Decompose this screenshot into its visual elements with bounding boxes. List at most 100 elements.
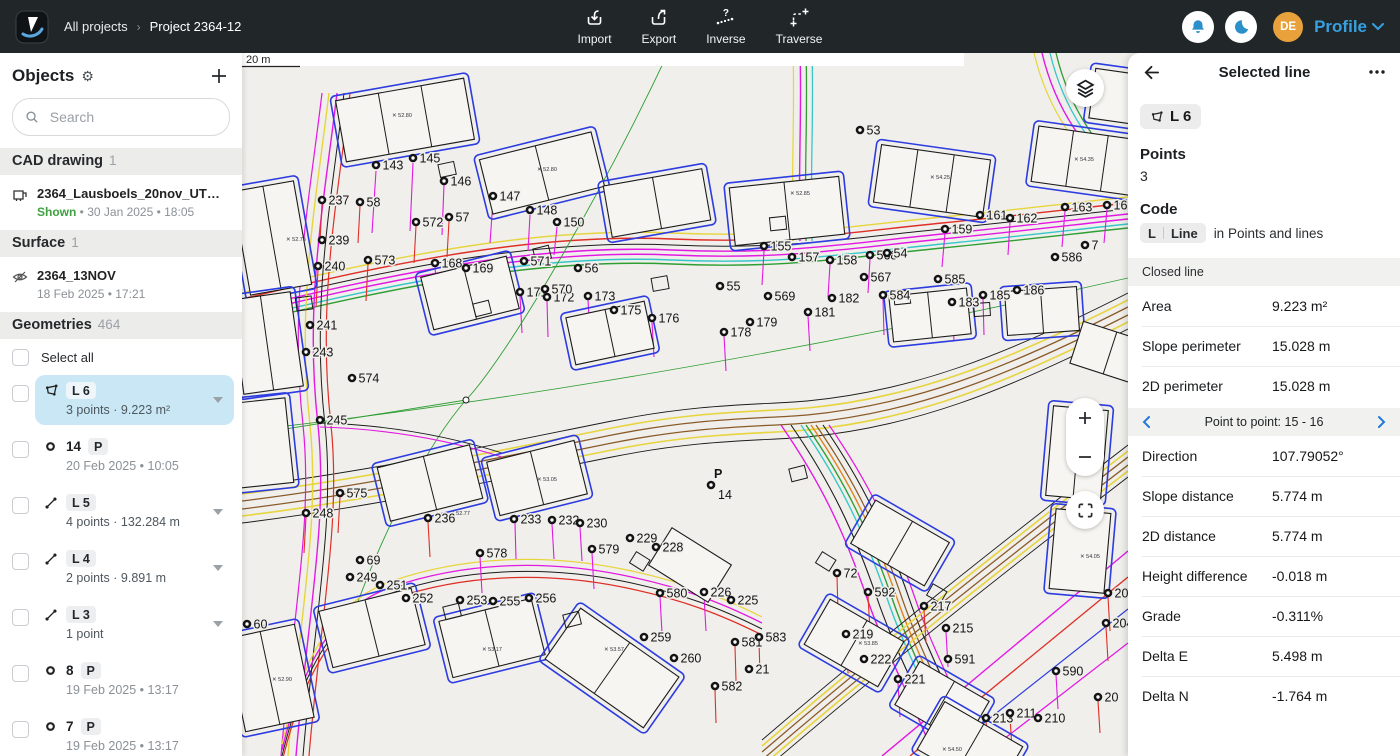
geometry-checkbox[interactable] bbox=[12, 721, 29, 738]
svg-text:161: 161 bbox=[987, 209, 1008, 223]
svg-text:206: 206 bbox=[1115, 587, 1129, 601]
geometry-row-l-5[interactable]: L 54 points · 132.284 m bbox=[0, 484, 242, 540]
geometry-subtitle: 19 Feb 2025 • 13:17 bbox=[44, 683, 225, 697]
section-surface: Surface 1 bbox=[0, 230, 242, 257]
surface-item-meta: 18 Feb 2025 • 17:21 bbox=[37, 287, 145, 301]
row-label: Area bbox=[1142, 298, 1272, 314]
svg-text:574: 574 bbox=[359, 372, 380, 386]
geometry-row-7-p[interactable]: 7P19 Feb 2025 • 13:17 bbox=[0, 708, 242, 756]
geometry-list: L 63 points · 9.223 m² 14P20 Feb 2025 • 1… bbox=[0, 372, 242, 756]
svg-text:186: 186 bbox=[1024, 284, 1045, 298]
map-area: ✕ 52.80✕ 52.80✕ 52.85✕ 54.25✕ 54.35✕ 52.… bbox=[242, 53, 1158, 756]
geometry-item[interactable]: 7P19 Feb 2025 • 13:17 bbox=[35, 711, 234, 756]
geometry-row-14-p[interactable]: 14P20 Feb 2025 • 10:05 bbox=[0, 428, 242, 484]
sidebar-title: Objects bbox=[12, 66, 74, 86]
svg-text:579: 579 bbox=[599, 543, 620, 557]
svg-text:150: 150 bbox=[564, 216, 585, 230]
chevron-down-icon[interactable] bbox=[213, 621, 223, 627]
svg-text:157: 157 bbox=[799, 251, 820, 265]
geometry-row-l-3[interactable]: L 31 point bbox=[0, 596, 242, 652]
geometry-checkbox[interactable] bbox=[12, 441, 29, 458]
geometry-checkbox[interactable] bbox=[12, 385, 29, 402]
line-icon bbox=[44, 608, 59, 622]
layers-button[interactable] bbox=[1066, 69, 1104, 107]
pager-next-button[interactable] bbox=[1374, 415, 1388, 429]
select-all-checkbox[interactable] bbox=[12, 349, 29, 366]
chevron-down-icon[interactable] bbox=[213, 509, 223, 515]
panel-row-slope-distance: Slope distance5.774 m bbox=[1128, 476, 1400, 516]
geometry-checkbox[interactable] bbox=[12, 497, 29, 514]
export-button[interactable]: Export bbox=[642, 7, 677, 46]
row-value: -1.764 m bbox=[1272, 688, 1386, 704]
avatar[interactable]: DE bbox=[1273, 12, 1303, 42]
svg-text:✕ 54.25: ✕ 54.25 bbox=[930, 175, 950, 181]
fullscreen-icon bbox=[1077, 502, 1094, 519]
inverse-button[interactable]: ? Inverse bbox=[706, 7, 745, 46]
svg-text:567: 567 bbox=[871, 271, 892, 285]
breadcrumb-separator-icon: › bbox=[137, 20, 141, 34]
svg-text:245: 245 bbox=[327, 414, 348, 428]
chevron-down-icon[interactable] bbox=[213, 397, 223, 403]
svg-text:58: 58 bbox=[367, 196, 381, 210]
svg-text:163: 163 bbox=[1072, 201, 1093, 215]
row-label: Delta E bbox=[1142, 648, 1272, 664]
back-button[interactable] bbox=[1142, 63, 1161, 82]
geometry-item[interactable]: 8P19 Feb 2025 • 13:17 bbox=[35, 655, 234, 705]
section-label: CAD drawing bbox=[12, 153, 103, 169]
surface-item[interactable]: 2364_13NOV 18 Feb 2025 • 17:21 bbox=[0, 257, 242, 312]
section-label: Surface bbox=[12, 235, 65, 251]
toolbar-actions: Import Export ? Inverse bbox=[578, 0, 823, 53]
minus-icon bbox=[1077, 449, 1093, 465]
cad-item-meta: Shown • 30 Jan 2025 • 18:05 bbox=[37, 205, 221, 219]
chevron-down-icon[interactable] bbox=[213, 565, 223, 571]
svg-text:225: 225 bbox=[738, 594, 759, 608]
geometry-item[interactable]: L 31 point bbox=[35, 599, 234, 649]
pager-prev-button[interactable] bbox=[1140, 415, 1154, 429]
row-value: -0.018 m bbox=[1272, 568, 1386, 584]
breadcrumb-all-projects[interactable]: All projects bbox=[64, 19, 128, 34]
geometry-item[interactable]: L 54 points · 132.284 m bbox=[35, 487, 234, 537]
cad-drawing-item[interactable]: 2364_Lausboels_20nov_UTM_Re... Shown • 3… bbox=[0, 175, 242, 230]
geometry-checkbox[interactable] bbox=[12, 609, 29, 626]
geometry-chip: L 5 bbox=[66, 494, 96, 511]
svg-text:578: 578 bbox=[487, 547, 508, 561]
surface-item-title: 2364_13NOV bbox=[37, 268, 145, 283]
zoom-out-button[interactable] bbox=[1066, 438, 1104, 476]
cad-item-title: 2364_Lausboels_20nov_UTM_Re... bbox=[37, 186, 221, 201]
notifications-button[interactable] bbox=[1182, 11, 1214, 43]
geometry-id: 8 bbox=[66, 663, 74, 678]
row-label: Direction bbox=[1142, 448, 1272, 464]
row-label: Slope perimeter bbox=[1142, 338, 1272, 354]
panel-row-direction: Direction107.79052° bbox=[1128, 436, 1400, 476]
dark-mode-button[interactable] bbox=[1225, 11, 1257, 43]
geometry-item[interactable]: L 63 points · 9.223 m² bbox=[35, 375, 234, 425]
zoom-in-button[interactable] bbox=[1066, 399, 1104, 437]
panel-row-slope-perimeter: Slope perimeter15.028 m bbox=[1128, 326, 1400, 366]
svg-text:✕ 53.57: ✕ 53.57 bbox=[604, 647, 624, 653]
fit-view-button[interactable] bbox=[1066, 491, 1104, 529]
search-box[interactable] bbox=[12, 98, 230, 136]
geometry-item[interactable]: 14P20 Feb 2025 • 10:05 bbox=[35, 431, 234, 481]
geometry-checkbox[interactable] bbox=[12, 553, 29, 570]
svg-text:240: 240 bbox=[325, 260, 346, 274]
geometry-item[interactable]: L 42 points · 9.891 m bbox=[35, 543, 234, 593]
geometry-row-8-p[interactable]: 8P19 Feb 2025 • 13:17 bbox=[0, 652, 242, 708]
geometry-id: 14 bbox=[66, 439, 81, 454]
add-object-button[interactable] bbox=[210, 67, 228, 85]
search-input[interactable] bbox=[48, 108, 217, 126]
import-button[interactable]: Import bbox=[578, 7, 612, 46]
gear-icon[interactable]: ⚙ bbox=[81, 69, 94, 83]
export-icon bbox=[648, 7, 670, 29]
more-options-button[interactable] bbox=[1368, 69, 1386, 75]
geometry-row-l-4[interactable]: L 42 points · 9.891 m bbox=[0, 540, 242, 596]
app-logo-icon[interactable] bbox=[15, 10, 49, 44]
point-icon bbox=[44, 664, 59, 677]
svg-text:182: 182 bbox=[839, 292, 860, 306]
traverse-button[interactable]: Traverse bbox=[776, 7, 823, 46]
profile-menu[interactable]: Profile bbox=[1314, 17, 1384, 37]
map-canvas[interactable]: ✕ 52.80✕ 52.80✕ 52.85✕ 54.25✕ 54.35✕ 52.… bbox=[242, 53, 1128, 756]
svg-text:591: 591 bbox=[955, 653, 976, 667]
geometry-checkbox[interactable] bbox=[12, 665, 29, 682]
top-bar: All projects › Project 2364-12 Import Ex… bbox=[0, 0, 1400, 53]
geometry-row-l-6[interactable]: L 63 points · 9.223 m² bbox=[0, 372, 242, 428]
